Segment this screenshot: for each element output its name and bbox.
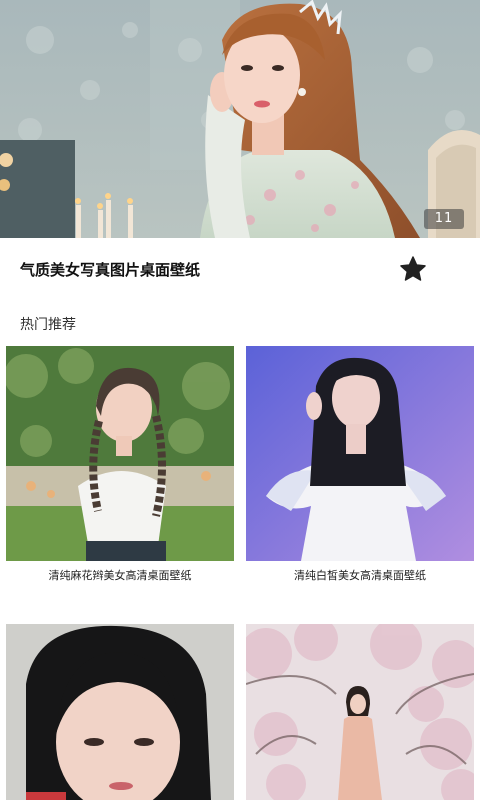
section-title: 热门推荐 bbox=[20, 317, 76, 333]
recommendation-card[interactable]: 清纯白皙美女高清桌面壁纸 bbox=[246, 346, 474, 591]
card-thumbnail[interactable] bbox=[6, 624, 234, 800]
card-thumbnail[interactable] bbox=[6, 346, 234, 561]
wallpaper-album-page: 11 气质美女写真图片桌面壁纸 热门推荐 清纯麻花辫美女高清桌面壁纸 清纯白皙美… bbox=[0, 0, 480, 800]
thumbnail-photo bbox=[246, 624, 474, 800]
card-caption[interactable]: 清纯麻花辫美女高清桌面壁纸 bbox=[6, 561, 234, 591]
album-title: 气质美女写真图片桌面壁纸 bbox=[20, 260, 201, 279]
thumbnail-photo bbox=[246, 346, 474, 561]
thumbnail-photo bbox=[6, 346, 234, 561]
album-cover-image[interactable]: 11 bbox=[0, 0, 480, 238]
thumbnail-photo bbox=[6, 624, 234, 800]
star-icon[interactable] bbox=[398, 254, 428, 284]
recommendation-card[interactable] bbox=[246, 624, 474, 800]
cover-photo bbox=[0, 0, 480, 238]
card-thumbnail[interactable] bbox=[246, 346, 474, 561]
album-title-row: 气质美女写真图片桌面壁纸 bbox=[0, 238, 480, 300]
recommendation-card[interactable]: 清纯麻花辫美女高清桌面壁纸 bbox=[6, 346, 234, 591]
card-caption[interactable]: 清纯白皙美女高清桌面壁纸 bbox=[246, 561, 474, 591]
recommendation-card[interactable] bbox=[6, 624, 234, 800]
image-count-badge: 11 bbox=[424, 209, 464, 229]
card-thumbnail[interactable] bbox=[246, 624, 474, 800]
